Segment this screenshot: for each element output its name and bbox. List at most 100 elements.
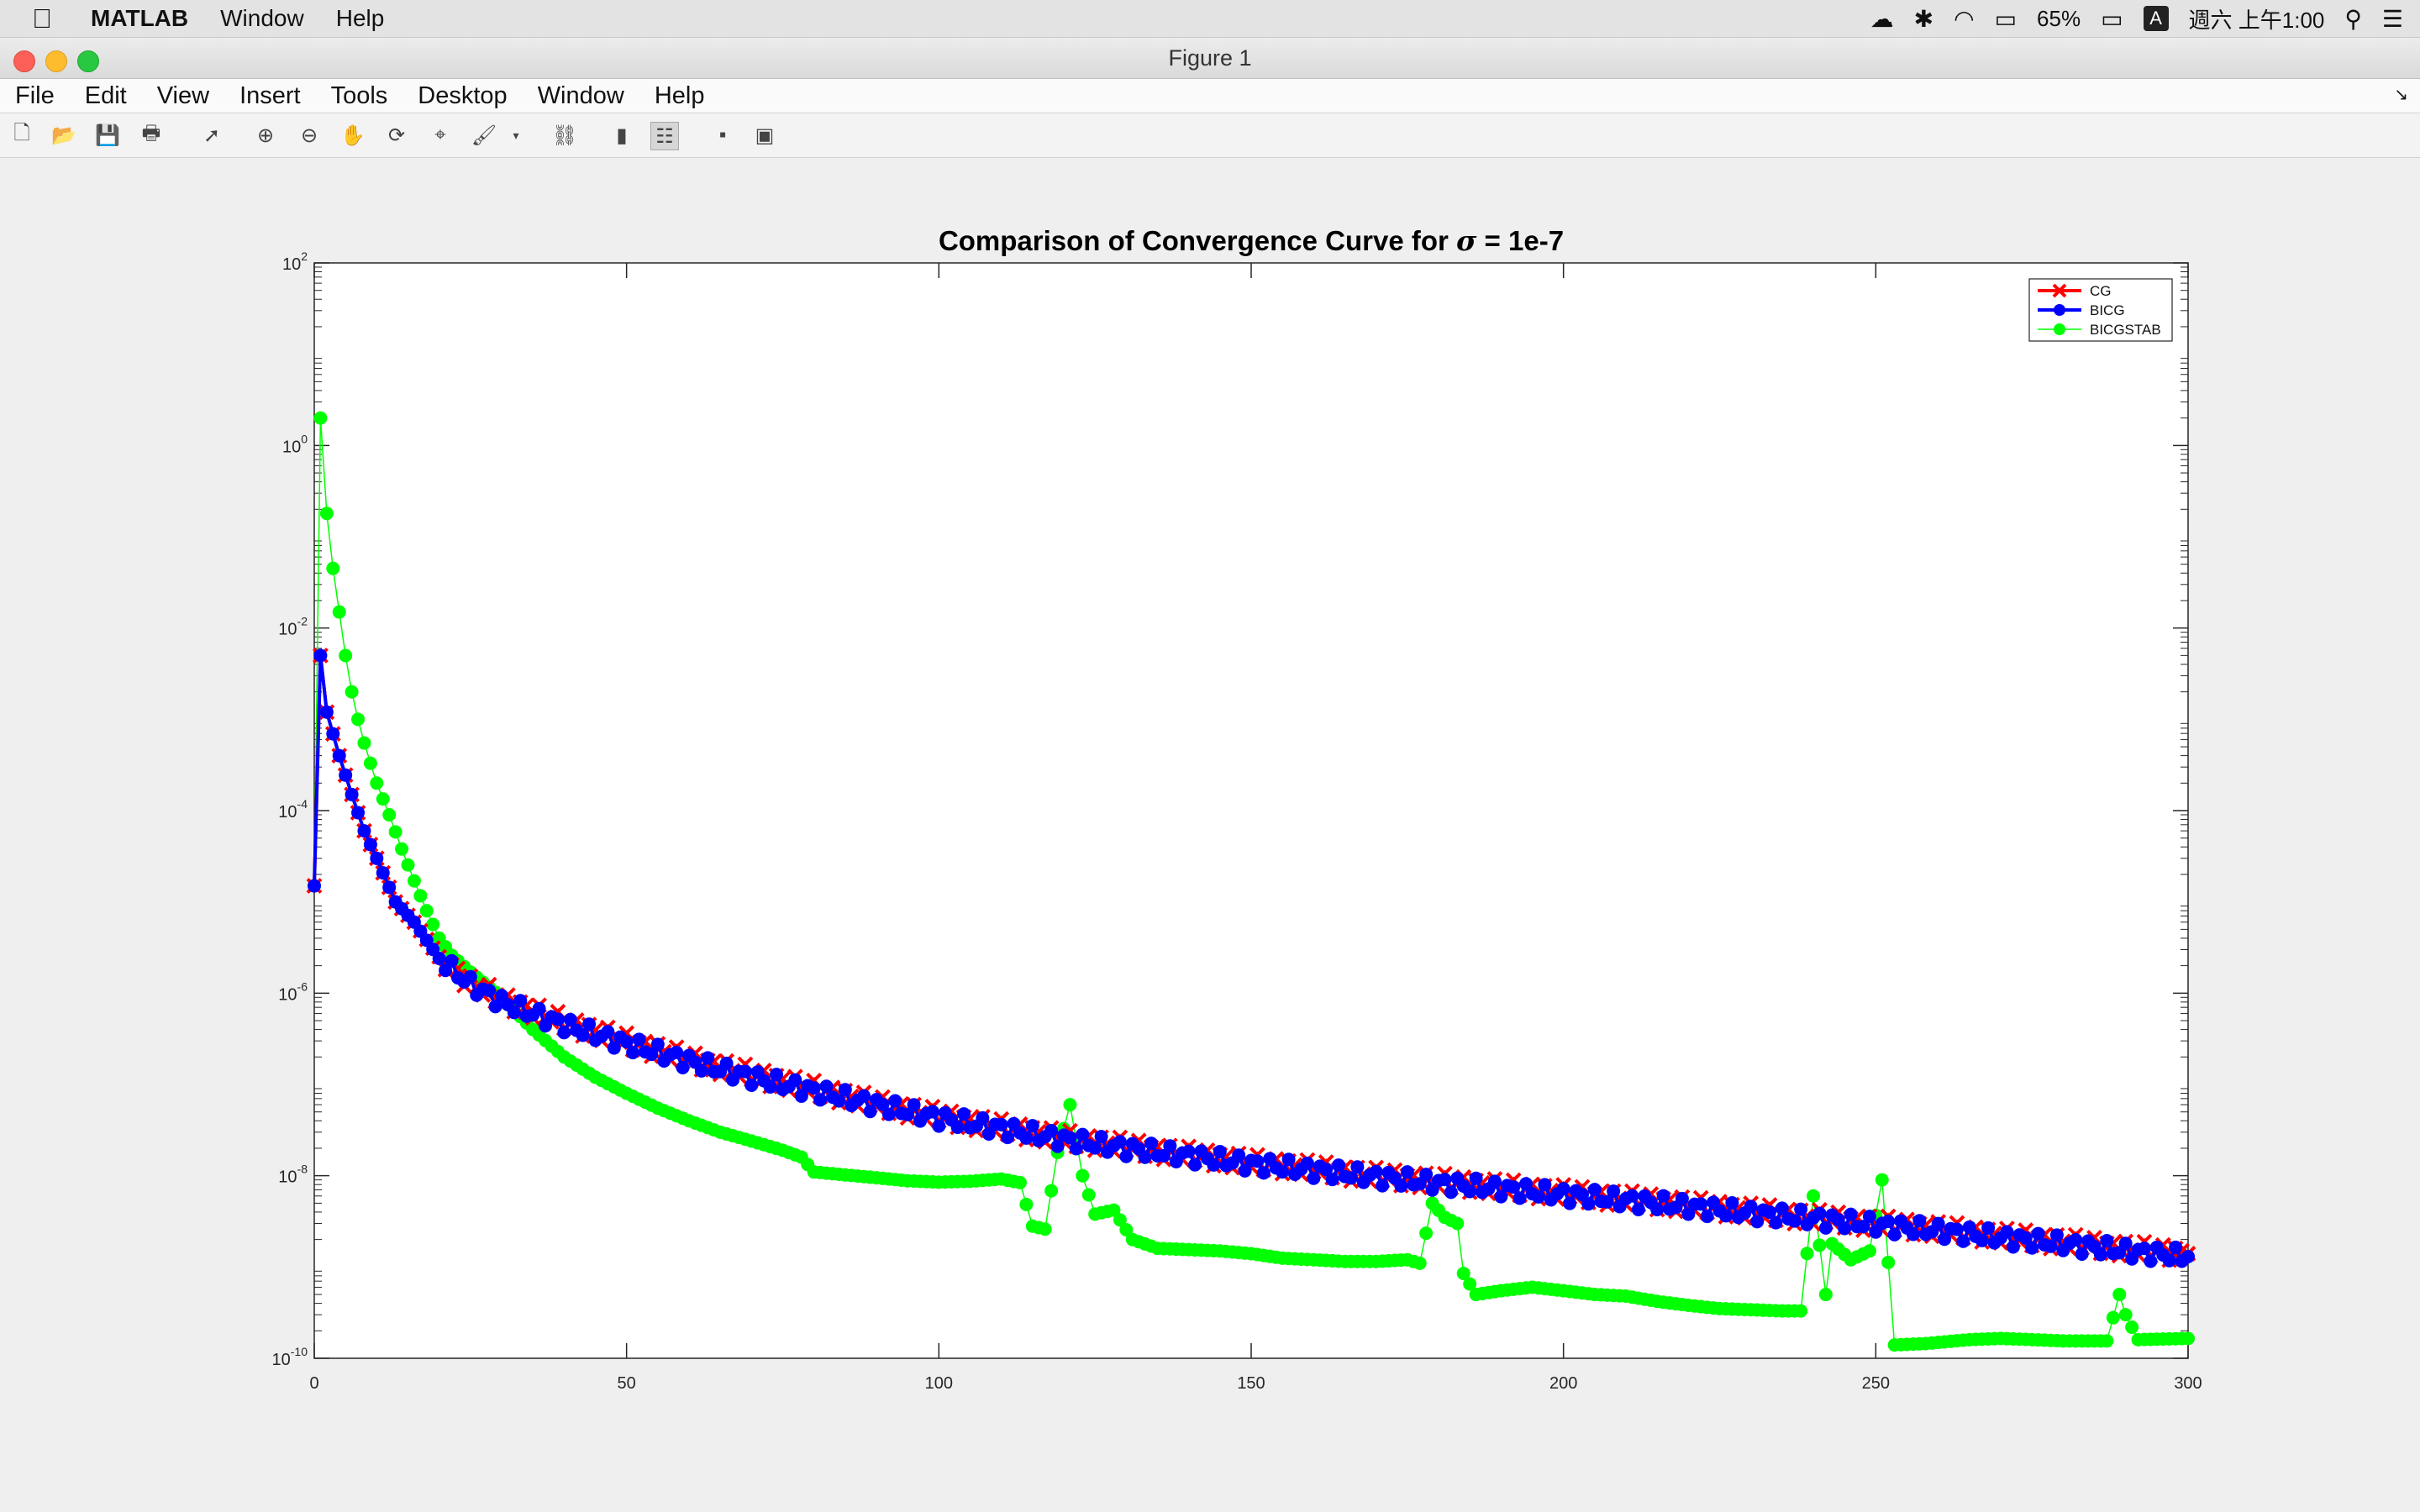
data-point: [1044, 1184, 1059, 1198]
data-point: [1038, 1222, 1052, 1236]
data-point: [1444, 1185, 1458, 1200]
data-point: [1881, 1255, 1896, 1269]
macos-menubar:  MATLAB Window Help ☁ ✱ ◠ ▭ 65% ▭ A 週六 …: [0, 0, 2420, 38]
data-point: [2100, 1334, 2114, 1348]
data-point: [1538, 1178, 1552, 1192]
data-point: [513, 994, 528, 1008]
data-point: [2093, 1247, 2107, 1262]
menu-figure-window[interactable]: Window: [538, 82, 624, 110]
legend[interactable]: CG BICG BICGSTAB: [2028, 278, 2173, 342]
data-point: [1119, 1149, 1134, 1163]
dock-figure-icon[interactable]: ↘: [2394, 84, 2408, 105]
y-tick-exponent: 2: [301, 249, 308, 263]
data-point: [432, 952, 446, 966]
input-method-icon[interactable]: A: [2143, 6, 2169, 31]
save-icon[interactable]: 💾: [94, 122, 121, 149]
data-point: [1631, 1203, 1645, 1217]
data-point: [2144, 1254, 2158, 1268]
pan-icon[interactable]: ✋: [339, 122, 366, 149]
menu-window[interactable]: Window: [220, 5, 304, 32]
data-point: [326, 561, 340, 575]
data-point: [1163, 1139, 1177, 1153]
wifi-icon[interactable]: ◠: [1954, 5, 1974, 33]
y-tick-exponent: -10: [291, 1345, 308, 1358]
data-point: [1400, 1165, 1414, 1179]
data-point: [857, 1089, 871, 1103]
legend-icon[interactable]: ☷: [650, 122, 679, 150]
convergence-plot[interactable]: Comparison of Convergence Curve for σ = …: [0, 158, 2420, 1504]
data-point: [1794, 1202, 1808, 1216]
menu-help[interactable]: Help: [336, 5, 385, 32]
data-point: [676, 1060, 690, 1074]
apple-icon[interactable]: : [32, 3, 66, 34]
brush-menu-icon[interactable]: ▾: [509, 122, 523, 149]
menu-tools[interactable]: Tools: [331, 82, 388, 110]
clock[interactable]: 週六 上午1:00: [2189, 3, 2325, 34]
data-point: [1875, 1173, 1889, 1187]
data-point: [2181, 1331, 2195, 1346]
menu-matlab[interactable]: MATLAB: [91, 5, 188, 32]
link-plot-icon[interactable]: ⛓: [551, 122, 578, 149]
new-figure-icon[interactable]: 🗋: [8, 122, 35, 149]
cloud-upload-icon[interactable]: ☁: [1870, 5, 1894, 33]
data-point: [1531, 1189, 1545, 1204]
data-point: [376, 866, 390, 880]
airplay-icon[interactable]: ▭: [1995, 5, 2017, 33]
print-icon[interactable]: 🖶: [138, 122, 165, 149]
data-point: [1700, 1210, 1714, 1224]
data-point: [1975, 1233, 1989, 1247]
data-point: [994, 1117, 1008, 1131]
zoom-out-icon[interactable]: ⊖: [296, 122, 323, 149]
data-point: [1794, 1304, 1808, 1318]
data-point: [2112, 1288, 2127, 1302]
menu-desktop[interactable]: Desktop: [418, 82, 507, 110]
y-tick-label: 10-10: [272, 1345, 308, 1369]
open-file-icon[interactable]: 📂: [50, 122, 77, 149]
data-point: [351, 806, 366, 820]
axes-box[interactable]: [313, 262, 2189, 1359]
data-point: [1838, 1221, 1852, 1236]
spotlight-search-icon[interactable]: ⚲: [2344, 5, 2362, 33]
data-point: [1800, 1247, 1814, 1261]
y-tick-base: 10: [278, 1168, 297, 1187]
y-tick-base: 10: [272, 1351, 291, 1369]
data-point: [363, 837, 377, 852]
show-plot-tools-icon[interactable]: ▣: [751, 122, 778, 149]
legend-label: BICGSTAB: [2090, 322, 2161, 338]
y-tick-label: 100: [282, 432, 308, 456]
rotate-3d-icon[interactable]: ⟳: [383, 122, 410, 149]
edit-plot-icon[interactable]: ➚: [198, 122, 225, 149]
data-point: [1675, 1191, 1689, 1205]
status-area: ☁ ✱ ◠ ▭ 65% ▭ A 週六 上午1:00 ⚲ ☰: [1870, 0, 2403, 37]
data-point: [976, 1110, 990, 1125]
data-point: [582, 1017, 597, 1032]
y-tick-label: 10-8: [278, 1163, 308, 1187]
data-point: [1044, 1124, 1059, 1138]
data-point: [1188, 1158, 1202, 1172]
menu-insert[interactable]: Insert: [239, 82, 301, 110]
data-point: [1931, 1216, 1945, 1231]
data-point: [308, 879, 321, 893]
data-point: [2162, 1253, 2176, 1268]
battery-icon[interactable]: ▭: [2101, 5, 2123, 33]
menu-figure-help[interactable]: Help: [655, 82, 705, 110]
notification-center-icon[interactable]: ☰: [2382, 5, 2403, 33]
data-point: [370, 851, 384, 865]
figure-menubar: File Edit View Insert Tools Desktop Wind…: [0, 79, 2420, 113]
zoom-in-icon[interactable]: ⊕: [252, 122, 279, 149]
data-point: [401, 858, 415, 872]
brush-icon[interactable]: 🖌: [471, 122, 497, 149]
hide-plot-tools-icon[interactable]: ▪: [709, 122, 736, 149]
bluetooth-icon[interactable]: ✱: [1914, 5, 1933, 33]
y-tick-exponent: -6: [297, 979, 308, 993]
menu-edit[interactable]: Edit: [85, 82, 127, 110]
colorbar-icon[interactable]: ▮: [608, 122, 635, 149]
data-cursor-icon[interactable]: ⌖: [427, 122, 454, 149]
menu-file[interactable]: File: [15, 82, 55, 110]
data-point: [719, 1056, 734, 1070]
data-point: [1862, 1210, 1876, 1224]
data-point: [1001, 1131, 1015, 1145]
menu-view[interactable]: View: [157, 82, 209, 110]
y-tick-base: 10: [278, 803, 297, 822]
data-point: [1325, 1173, 1339, 1187]
